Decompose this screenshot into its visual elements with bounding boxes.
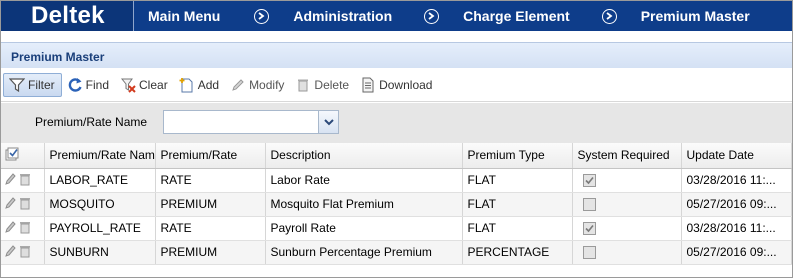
- column-header-update-date[interactable]: Update Date: [681, 143, 792, 169]
- cell-premium-type: FLAT: [462, 192, 573, 217]
- cell-premium-rate-name: LABOR_RATE: [44, 168, 156, 193]
- find-button[interactable]: Find: [62, 73, 115, 97]
- add-label: Add: [197, 77, 220, 92]
- cell-description: Payroll Rate: [265, 216, 463, 241]
- cell-system-required: [572, 240, 682, 265]
- cell-premium-rate-name: MOSQUITO: [44, 192, 156, 217]
- page-title: Premium Master: [11, 50, 105, 64]
- panel-header: Premium Master: [1, 42, 792, 68]
- breadcrumb-label: Main Menu: [148, 8, 221, 24]
- system-required-checkbox: [582, 173, 596, 187]
- breadcrumb-label: Premium Master: [640, 8, 750, 24]
- search-criteria-row: Premium/Rate Name: [1, 103, 792, 143]
- delete-trash-icon[interactable]: [19, 220, 31, 237]
- download-button[interactable]: Download: [355, 73, 438, 97]
- download-document-icon: [359, 76, 377, 94]
- cell-update-date: 05/27/2016 09:...: [681, 192, 792, 217]
- delete-trash-icon[interactable]: [19, 244, 31, 261]
- toolbar: Filter Find Clear Add Modify Delete Down…: [1, 68, 792, 102]
- download-label: Download: [379, 77, 433, 92]
- delete-button[interactable]: Delete: [290, 73, 355, 97]
- cell-premium-rate: RATE: [155, 216, 266, 241]
- row-actions: [1, 192, 45, 217]
- filter-icon: [8, 76, 26, 94]
- delete-trash-icon[interactable]: [19, 172, 31, 189]
- breadcrumb-arrow-icon: [424, 8, 440, 24]
- pencil-icon: [229, 76, 247, 94]
- delete-trash-icon[interactable]: [19, 196, 31, 213]
- edit-pencil-icon[interactable]: [5, 196, 17, 213]
- cell-system-required: [572, 216, 682, 241]
- system-required-checkbox: [582, 197, 596, 211]
- data-table: Premium/Rate Name Premium/Rate Descripti…: [1, 143, 792, 265]
- premium-rate-name-dropdown[interactable]: [163, 110, 339, 134]
- edit-pencil-icon[interactable]: [5, 244, 17, 261]
- delete-label: Delete: [314, 77, 350, 92]
- table-row[interactable]: PAYROLL_RATE RATE Payroll Rate FLAT 03/28/20…: [1, 216, 792, 241]
- modify-label: Modify: [249, 77, 285, 92]
- filter-label: Filter: [28, 77, 55, 92]
- cell-premium-type: FLAT: [462, 216, 573, 241]
- modify-button[interactable]: Modify: [225, 73, 290, 97]
- row-actions: [1, 168, 45, 193]
- cell-description: Sunburn Percentage Premium: [265, 240, 463, 265]
- table-row[interactable]: MOSQUITO PREMIUM Mosquito Flat Premium FLAT…: [1, 192, 792, 217]
- clear-label: Clear: [139, 77, 168, 92]
- column-header-system-required[interactable]: System Required: [572, 143, 682, 169]
- breadcrumb-main-menu[interactable]: Main Menu: [148, 1, 254, 31]
- chevron-down-icon[interactable]: [318, 111, 338, 133]
- cell-premium-rate: PREMIUM: [155, 240, 266, 265]
- find-label: Find: [85, 77, 110, 92]
- premium-rate-name-label: Premium/Rate Name: [35, 115, 148, 129]
- top-navigation-bar: Deltek Main Menu Administration Charge E…: [1, 1, 792, 31]
- system-required-checkbox: [582, 221, 596, 235]
- breadcrumb-arrow-icon: [254, 8, 270, 24]
- row-actions: [1, 216, 45, 241]
- cell-update-date: 03/28/2016 11:...: [681, 168, 792, 193]
- cell-premium-rate-name: SUNBURN: [44, 240, 156, 265]
- cell-premium-type: FLAT: [462, 168, 573, 193]
- select-all-header[interactable]: [1, 143, 45, 169]
- cell-system-required: [572, 168, 682, 193]
- refresh-find-icon: [66, 76, 84, 94]
- trash-icon: [294, 76, 312, 94]
- breadcrumb-premium-master[interactable]: Premium Master: [641, 1, 750, 31]
- filter-button[interactable]: Filter: [3, 72, 62, 97]
- edit-pencil-icon[interactable]: [5, 220, 17, 237]
- breadcrumb-administration[interactable]: Administration: [293, 1, 424, 31]
- cell-system-required: [572, 192, 682, 217]
- cell-premium-rate-name: PAYROLL_RATE: [44, 216, 156, 241]
- table-header-row: Premium/Rate Name Premium/Rate Descripti…: [1, 143, 792, 169]
- premium-master-grid: Premium/Rate Name Premium/Rate Descripti…: [1, 143, 792, 265]
- cell-description: Labor Rate: [265, 168, 463, 193]
- add-button[interactable]: Add: [174, 73, 225, 97]
- row-actions: [1, 240, 45, 265]
- breadcrumb-label: Charge Element: [463, 8, 570, 24]
- column-header-premium-type[interactable]: Premium Type: [462, 143, 573, 169]
- brand-logo: Deltek: [1, 1, 134, 31]
- breadcrumb-label: Administration: [293, 8, 393, 24]
- system-required-checkbox: [582, 245, 596, 259]
- table-row[interactable]: SUNBURN PREMIUM Sunburn Percentage Premium…: [1, 240, 792, 265]
- cell-premium-rate: PREMIUM: [155, 192, 266, 217]
- breadcrumb-arrow-icon: [601, 8, 617, 24]
- select-all-icon: [5, 147, 21, 165]
- table-row[interactable]: LABOR_RATE RATE Labor Rate FLAT 03/28/2016 1…: [1, 168, 792, 193]
- column-header-premium-rate[interactable]: Premium/Rate: [155, 143, 266, 169]
- column-header-premium-rate-name[interactable]: Premium/Rate Name: [44, 143, 156, 169]
- cell-premium-type: PERCENTAGE: [462, 240, 573, 265]
- breadcrumb-charge-element[interactable]: Charge Element: [463, 1, 602, 31]
- cell-premium-rate: RATE: [155, 168, 266, 193]
- cell-update-date: 03/28/2016 11:...: [681, 216, 792, 241]
- add-document-icon: [178, 76, 196, 94]
- cell-description: Mosquito Flat Premium: [265, 192, 463, 217]
- edit-pencil-icon[interactable]: [5, 172, 17, 189]
- clear-filter-icon: [119, 76, 137, 94]
- column-header-description[interactable]: Description: [265, 143, 463, 169]
- header-spacer: [1, 31, 792, 42]
- clear-button[interactable]: Clear: [115, 73, 174, 97]
- cell-update-date: 05/27/2016 09:...: [681, 240, 792, 265]
